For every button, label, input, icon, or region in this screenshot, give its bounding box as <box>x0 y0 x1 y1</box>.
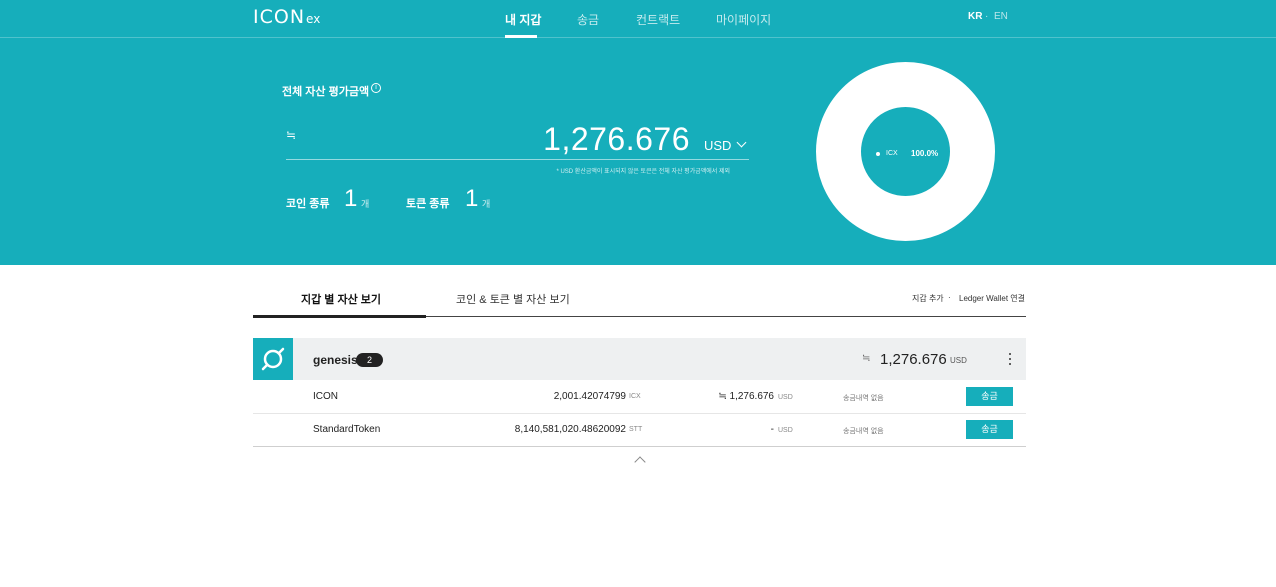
nav-contract[interactable]: 컨트랙트 <box>636 11 680 28</box>
top-nav: ICONex 내 지갑 송금 컨트랙트 마이페이지 KR · EN <box>0 0 1276 38</box>
donut-ring <box>816 62 995 241</box>
transfer-history-status: 송금내역 없음 <box>843 395 884 402</box>
summary-banner: ICONex 내 지갑 송금 컨트랙트 마이페이지 KR · EN 전체 자산 … <box>0 0 1276 265</box>
donut-label: ICX <box>886 150 898 157</box>
coin-count-unit: 개 <box>361 199 370 209</box>
transfer-history-status: 송금내역 없음 <box>843 428 884 435</box>
ledger-connect-link[interactable]: Ledger Wallet 연결 <box>959 293 1025 304</box>
token-count-label: 토큰 종류 <box>406 198 450 210</box>
coin-count-label: 코인 종류 <box>286 198 330 210</box>
token-usd-unit: USD <box>778 427 793 434</box>
total-assets-title: 전체 자산 평가금액 <box>282 86 370 98</box>
nav-my-wallet[interactable]: 내 지갑 <box>505 11 541 28</box>
wallet-icon <box>253 338 293 380</box>
token-name: ICON <box>313 391 338 402</box>
nav-transfer[interactable]: 송금 <box>577 11 599 28</box>
tab-active-indicator <box>253 315 426 318</box>
wallet-token-count-badge: 2 <box>356 353 383 367</box>
amount-divider <box>286 159 749 160</box>
iconex-logo[interactable]: ICONex <box>253 6 320 28</box>
send-button[interactable]: 송금 <box>966 420 1013 439</box>
nav-active-indicator <box>505 35 537 38</box>
token-count: 1 <box>465 185 479 212</box>
token-balance: 8,140,581,020.48620092 <box>514 424 626 435</box>
chevron-up-icon[interactable] <box>634 456 646 468</box>
wallet-name[interactable]: genesis <box>313 353 358 367</box>
lang-kr[interactable]: KR <box>968 11 982 22</box>
token-row: ICON 2,001.42074799 ICX ≒ 1,276.676 USD … <box>253 381 1026 414</box>
token-symbol: ICX <box>629 393 641 400</box>
wallet-total-unit: USD <box>950 356 967 365</box>
lang-en[interactable]: EN <box>994 11 1008 22</box>
coin-count: 1 <box>344 185 358 212</box>
lang-separator: · <box>985 11 989 22</box>
currency-select-label[interactable]: USD <box>704 138 731 153</box>
nav-mypage[interactable]: 마이페이지 <box>716 11 771 28</box>
asset-donut-chart <box>816 62 995 241</box>
tab-by-coin-token[interactable]: 코인 & 토큰 별 자산 보기 <box>456 291 570 307</box>
donut-percent: 100.0% <box>911 149 939 158</box>
wallet-approx-symbol: ≒ <box>862 353 871 364</box>
donut-legend-dot <box>876 152 880 156</box>
token-count-unit: 개 <box>482 199 491 209</box>
token-name: StandardToken <box>313 424 381 435</box>
action-separator: · <box>948 293 951 302</box>
more-options-icon[interactable] <box>1009 353 1012 365</box>
info-icon[interactable]: i <box>371 83 381 93</box>
total-amount: 1,276.676 <box>543 121 690 157</box>
usd-note: * USD 환산금액이 표시되지 않은 토큰은 전체 자산 평가금액에서 제외 <box>556 169 730 175</box>
chevron-down-icon[interactable] <box>736 137 747 148</box>
token-usd-value: - <box>770 424 774 435</box>
token-row: StandardToken 8,140,581,020.48620092 STT… <box>253 414 1026 447</box>
send-button[interactable]: 송금 <box>966 387 1013 406</box>
tab-by-wallet[interactable]: 지갑 별 자산 보기 <box>301 291 381 307</box>
approx-symbol: ≒ <box>286 128 297 142</box>
token-balance: 2,001.42074799 <box>553 391 626 402</box>
token-usd-value: ≒ 1,276.676 <box>718 391 774 402</box>
token-usd-unit: USD <box>778 394 793 401</box>
add-wallet-link[interactable]: 지갑 추가 <box>912 293 944 304</box>
icon-logo-icon <box>261 347 285 371</box>
token-symbol: STT <box>629 426 643 433</box>
wallet-total: 1,276.676 <box>880 351 947 368</box>
